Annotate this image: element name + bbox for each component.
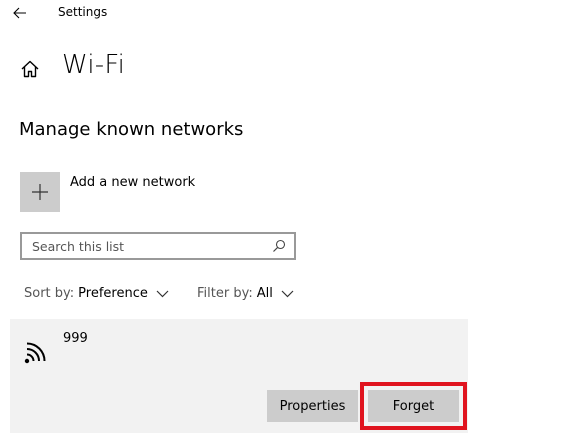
sort-label: Sort by: [24,286,75,301]
arrow-left-icon [13,7,26,19]
search-box[interactable] [20,232,296,260]
add-network-button[interactable]: Add a new network [20,172,195,212]
sort-value: Preference [78,286,148,301]
home-icon[interactable] [20,59,40,79]
properties-button[interactable]: Properties [267,390,358,422]
network-list-item[interactable]: 999 Properties Forget [10,319,468,433]
app-title: Settings [58,5,108,19]
back-button[interactable] [10,4,30,22]
sort-dropdown[interactable]: Sort by: Preference [24,286,169,301]
plus-icon [32,184,48,200]
filter-label: Filter by: [197,286,253,301]
filter-value: All [256,286,273,301]
section-title: Manage known networks [19,119,244,140]
network-name: 999 [63,331,88,346]
add-network-label: Add a new network [70,175,196,190]
page-title: Wi-Fi [62,50,126,80]
wifi-signal-icon [23,337,51,365]
settings-window: Settings Wi-Fi Manage known networks Add… [0,0,568,442]
filter-dropdown[interactable]: Filter by: All [197,286,294,301]
add-network-tile[interactable] [20,172,60,212]
search-input[interactable] [22,235,271,257]
chevron-down-icon [156,290,169,298]
search-icon[interactable] [271,238,287,254]
chevron-down-icon [281,290,294,298]
forget-button[interactable]: Forget [368,390,459,422]
